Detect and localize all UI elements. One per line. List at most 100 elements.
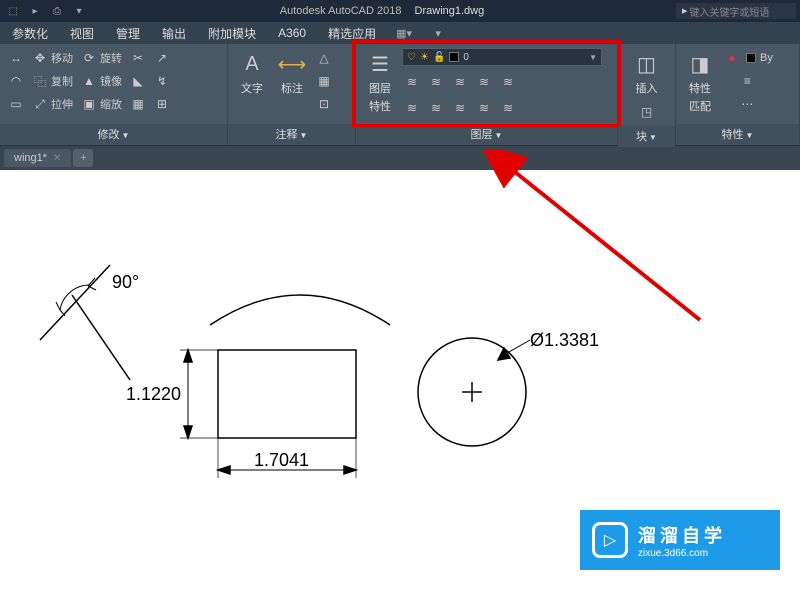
layer-tool-icon: ≋ (476, 74, 492, 90)
menu-view[interactable]: 视图 (64, 23, 100, 44)
save-icon[interactable]: ⬚ (4, 3, 22, 19)
layer-tool-button[interactable]: ≋ (498, 98, 518, 118)
text-button[interactable]: A 文字 (234, 48, 270, 120)
leader-icon: △ (316, 50, 332, 66)
diameter-value: Ø1.3381 (530, 330, 599, 350)
insert-button[interactable]: ◫ 插入 (629, 48, 665, 98)
watermark: ▷ 溜溜自学 zixue.3d66.com (580, 510, 780, 570)
title-bar: ⬚ ▸ ⎙ ▾ Autodesk AutoCAD 2018 Drawing1.d… (0, 0, 800, 22)
match-properties-button[interactable]: ◨ 特性 匹配 (682, 48, 718, 120)
bylayer-label: By (760, 52, 773, 64)
tool-button[interactable]: ⊞ (152, 94, 172, 114)
color-button[interactable]: ● (722, 48, 742, 68)
array-button[interactable]: ▦ (128, 94, 148, 114)
open-icon[interactable]: ▸ (26, 3, 44, 19)
dim-icon: ↔ (8, 50, 24, 66)
menu-output[interactable]: 输出 (156, 23, 192, 44)
layer-tool-icon: ≋ (500, 100, 516, 116)
block-icon: ◳ (639, 104, 655, 120)
mirror-button[interactable]: ▲镜像 (79, 71, 124, 91)
menu-a360[interactable]: A360 (272, 24, 312, 42)
rect-icon: ▭ (8, 96, 24, 112)
menu-featured[interactable]: 精选应用 (322, 23, 382, 44)
menu-manage[interactable]: 管理 (110, 23, 146, 44)
layer-tool-button[interactable]: ≋ (426, 98, 446, 118)
panel-title-modify[interactable]: 修改▼ (0, 124, 227, 145)
menu-bar: 参数化 视图 管理 输出 附加模块 A360 精选应用 ▦▾ ▾ (0, 22, 800, 44)
height-value: 1.1220 (126, 384, 181, 404)
document-tabs: wing1* ✕ + (0, 146, 800, 170)
layer-name: 0 (463, 52, 469, 63)
layer-tool-icon: ≋ (500, 74, 516, 90)
tool-button[interactable]: ↯ (152, 71, 172, 91)
layer-tool-icon: ≋ (476, 100, 492, 116)
tool-button[interactable]: ↗ (152, 48, 172, 68)
menu-tool-icon[interactable]: ▦▾ (392, 24, 416, 42)
icon-btn[interactable]: ▭ (6, 94, 26, 114)
menu-addons[interactable]: 附加模块 (202, 23, 262, 44)
color-icon: ● (724, 50, 740, 66)
panel-title-block[interactable]: 块▼ (618, 126, 675, 147)
layer-tool-button[interactable]: ≋ (474, 72, 494, 92)
layer-properties-button[interactable]: ☰ 图层 特性 (362, 48, 398, 120)
annot-icon: ⊡ (316, 96, 332, 112)
table-button[interactable]: ▦ (314, 71, 334, 91)
layer-tool-button[interactable]: ≋ (450, 72, 470, 92)
menu-help-icon[interactable]: ▾ (426, 24, 450, 42)
plot-icon[interactable]: ⎙ (48, 3, 66, 19)
panel-modify: ↔ ◠ ▭ ✥移动 ⿻复制 ⤢拉伸 ⟳旋转 ▲镜像 ▣缩放 ✂ ◣ ▦ ↗ ↯ (0, 44, 228, 145)
panel-title-properties[interactable]: 特性▼ (676, 124, 799, 145)
fillet-button[interactable]: ◣ (128, 71, 148, 91)
text-icon: A (238, 50, 266, 78)
layer-tool-icon: ≋ (428, 74, 444, 90)
layer-dropdown[interactable]: ♡ ☀ 🔓 0 ▼ (402, 48, 602, 66)
stretch-button[interactable]: ⤢拉伸 (30, 94, 75, 114)
panel-title-annotation[interactable]: 注释▼ (228, 124, 355, 145)
layer-tool-button[interactable]: ≋ (450, 98, 470, 118)
watermark-brand: 溜溜自学 (638, 522, 726, 548)
chevron-down-icon[interactable]: ▾ (70, 3, 88, 19)
match-icon: ◨ (686, 50, 714, 78)
layer-tool-button[interactable]: ≋ (426, 72, 446, 92)
stretch-icon: ⤢ (32, 96, 48, 112)
document-tab[interactable]: wing1* ✕ (4, 149, 71, 167)
new-tab-button[interactable]: + (73, 149, 93, 167)
annot-button[interactable]: ⊡ (314, 94, 334, 114)
panel-annotation: A 文字 ⟷ 标注 △ ▦ ⊡ 注释▼ (228, 44, 356, 145)
width-value: 1.7041 (254, 450, 309, 470)
mirror-icon: ▲ (81, 73, 97, 89)
trim-button[interactable]: ✂ (128, 48, 148, 68)
menu-parametric[interactable]: 参数化 (6, 23, 54, 44)
icon-btn[interactable]: ◠ (6, 71, 26, 91)
table-icon: ▦ (316, 73, 332, 89)
rotate-button[interactable]: ⟳旋转 (79, 48, 124, 68)
chevron-down-icon: ▼ (649, 133, 657, 142)
layer-tool-icon: ≋ (452, 100, 468, 116)
dimension-button[interactable]: ⟷ 标注 (274, 48, 310, 120)
color-swatch[interactable] (746, 53, 756, 63)
leader-button[interactable]: △ (314, 48, 334, 68)
block-tool-button[interactable]: ◳ (637, 102, 657, 122)
lock-icon: 🔓 (433, 52, 445, 63)
layer-tool-button[interactable]: ≋ (402, 72, 422, 92)
scale-button[interactable]: ▣缩放 (79, 94, 124, 114)
linetype-button[interactable]: ⋯ (722, 94, 773, 114)
copy-icon: ⿻ (32, 73, 48, 89)
sun-icon: ☀ (420, 52, 429, 63)
move-button[interactable]: ✥移动 (30, 48, 75, 68)
layer-tool-button[interactable]: ≋ (474, 98, 494, 118)
layer-tool-icon: ≋ (452, 74, 468, 90)
panel-title-layers[interactable]: 图层▼ (356, 124, 617, 145)
copy-button[interactable]: ⿻复制 (30, 71, 75, 91)
layer-tool-button[interactable]: ≋ (498, 72, 518, 92)
play-icon: ▷ (592, 522, 628, 558)
rotate-icon: ⟳ (81, 50, 97, 66)
close-icon[interactable]: ✕ (53, 153, 61, 164)
icon-btn[interactable]: ↔ (6, 48, 26, 68)
search-input[interactable]: 键入关键字或短语 (676, 3, 796, 19)
bulb-icon: ♡ (407, 52, 416, 63)
angle-value: 90° (112, 272, 139, 292)
chevron-down-icon: ▼ (495, 131, 503, 140)
lineweight-button[interactable]: ≡ (722, 71, 773, 91)
layer-tool-button[interactable]: ≋ (402, 98, 422, 118)
